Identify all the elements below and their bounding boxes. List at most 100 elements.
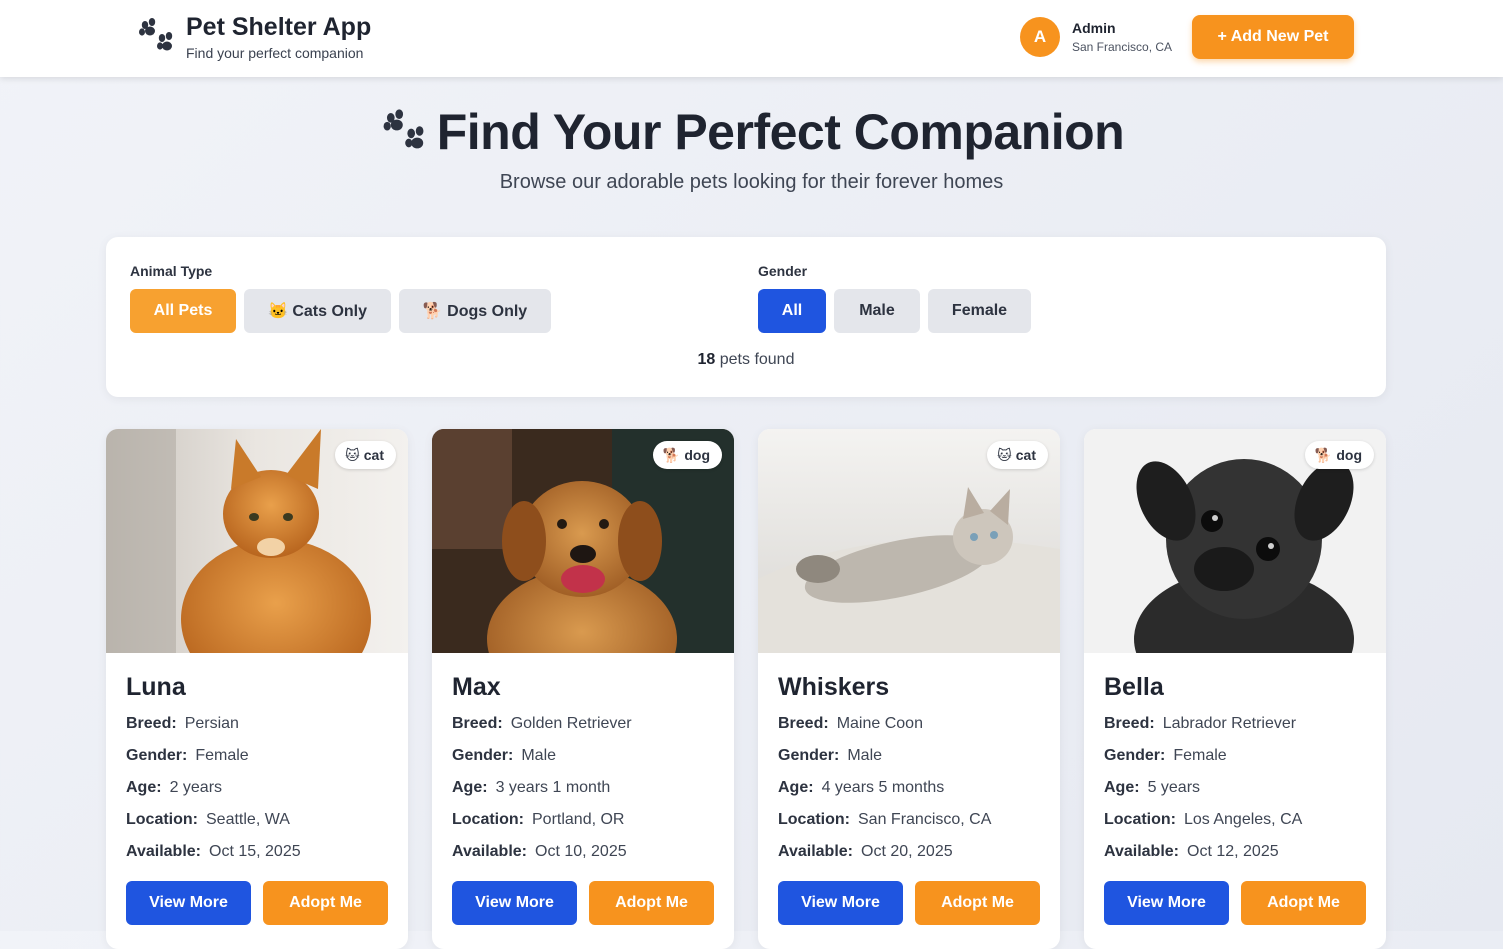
pet-type-badge: 🐕 dog bbox=[652, 441, 722, 469]
location-value: Los Angeles, CA bbox=[1184, 811, 1303, 828]
breed-value: Persian bbox=[184, 715, 239, 732]
location-label: Location: bbox=[778, 811, 850, 828]
pet-available: Available: Oct 10, 2025 bbox=[452, 843, 627, 861]
page-title-text: Find Your Perfect Companion bbox=[436, 104, 1125, 160]
available-value: Oct 10, 2025 bbox=[535, 843, 627, 860]
pet-location: Location: Los Angeles, CA bbox=[1104, 811, 1302, 829]
page-subtitle: Browse our adorable pets looking for the… bbox=[499, 171, 1004, 193]
cat-icon: 🐱 bbox=[345, 446, 360, 463]
dog-icon: 🐕 bbox=[1314, 446, 1333, 463]
results-count-number: 18 bbox=[697, 351, 716, 368]
adopt-me-button[interactable]: Adopt Me bbox=[589, 881, 714, 925]
age-value: 3 years 1 month bbox=[495, 779, 611, 796]
pet-photo[interactable]: 🐕 dog bbox=[1084, 429, 1386, 653]
pet-location: Location: San Francisco, CA bbox=[778, 811, 991, 829]
adopt-me-button[interactable]: Adopt Me bbox=[915, 881, 1040, 925]
filter-cats-only[interactable]: 🐱 Cats Only bbox=[244, 289, 391, 333]
top-header: Pet Shelter App Find your perfect compan… bbox=[0, 0, 1503, 77]
pet-photo[interactable]: 🐱 cat bbox=[106, 429, 408, 653]
view-more-button[interactable]: View More bbox=[1104, 881, 1229, 925]
pet-age: Age: 4 years 5 months bbox=[778, 779, 944, 797]
view-more-button[interactable]: View More bbox=[452, 881, 577, 925]
available-value: Oct 20, 2025 bbox=[861, 843, 953, 860]
available-label: Available: bbox=[452, 843, 527, 860]
available-value: Oct 15, 2025 bbox=[209, 843, 301, 860]
filter-gender-all[interactable]: All bbox=[758, 289, 826, 333]
adopt-me-button[interactable]: Adopt Me bbox=[263, 881, 388, 925]
age-label: Age: bbox=[452, 779, 488, 796]
gender-value: Male bbox=[847, 747, 883, 764]
pet-name: Luna bbox=[126, 673, 186, 701]
pet-available: Available: Oct 20, 2025 bbox=[778, 843, 953, 861]
pet-available: Available: Oct 15, 2025 bbox=[126, 843, 301, 861]
avatar[interactable]: A bbox=[1020, 17, 1060, 57]
pet-photo[interactable]: 🐱 cat bbox=[758, 429, 1060, 653]
breed-value: Golden Retriever bbox=[510, 715, 632, 732]
pet-age: Age: 2 years bbox=[126, 779, 222, 797]
pet-location: Location: Portland, OR bbox=[452, 811, 624, 829]
brand[interactable]: Pet Shelter App Find your perfect compan… bbox=[136, 14, 371, 61]
pet-type-text: dog bbox=[684, 447, 710, 463]
pet-name: Bella bbox=[1104, 673, 1164, 701]
paw-icon bbox=[383, 109, 424, 149]
pet-location: Location: Seattle, WA bbox=[126, 811, 290, 829]
pet-type-text: cat bbox=[363, 447, 384, 463]
available-label: Available: bbox=[126, 843, 201, 860]
pet-type-badge: 🐱 cat bbox=[987, 441, 1048, 469]
filter-dogs-only[interactable]: 🐕 Dogs Only bbox=[399, 289, 551, 333]
pet-gender: Gender: Male bbox=[778, 747, 882, 765]
paw-icon bbox=[139, 18, 173, 51]
location-label: Location: bbox=[1104, 811, 1176, 828]
pet-breed: Breed: Labrador Retriever bbox=[1104, 715, 1296, 733]
view-more-button[interactable]: View More bbox=[126, 881, 251, 925]
pet-type-text: dog bbox=[1336, 447, 1362, 463]
gender-label: Gender bbox=[758, 263, 808, 279]
pet-card[interactable]: 🐱 cat Whiskers Breed: Maine Coon Gender: M… bbox=[758, 429, 1060, 949]
breed-value: Maine Coon bbox=[836, 715, 923, 732]
gender-field-label: Gender: bbox=[126, 747, 188, 764]
pet-gender: Gender: Male bbox=[452, 747, 556, 765]
age-value: 4 years 5 months bbox=[821, 779, 945, 796]
pet-type-badge: 🐕 dog bbox=[1304, 441, 1374, 469]
view-more-button[interactable]: View More bbox=[778, 881, 903, 925]
pet-gender: Gender: Female bbox=[126, 747, 249, 765]
pet-available: Available: Oct 12, 2025 bbox=[1104, 843, 1279, 861]
pet-age: Age: 5 years bbox=[1104, 779, 1200, 797]
age-value: 5 years bbox=[1147, 779, 1201, 796]
pet-card[interactable]: 🐕 dog Bella Breed: Labrador Retriever Gen… bbox=[1084, 429, 1386, 949]
age-label: Age: bbox=[778, 779, 814, 796]
available-label: Available: bbox=[778, 843, 853, 860]
adopt-me-button[interactable]: Adopt Me bbox=[1241, 881, 1366, 925]
add-new-pet-button[interactable]: + Add New Pet bbox=[1192, 15, 1354, 59]
app-subtitle: Find your perfect companion bbox=[186, 45, 364, 61]
pet-type-badge: 🐱 cat bbox=[335, 441, 396, 469]
pet-card[interactable]: 🐱 cat Luna Breed: Persian Gender: Female A… bbox=[106, 429, 408, 949]
user-location: San Francisco, CA bbox=[1072, 40, 1173, 54]
results-count: 18 pets found bbox=[106, 351, 1386, 369]
pet-photo[interactable]: 🐕 dog bbox=[432, 429, 734, 653]
breed-label: Breed: bbox=[126, 715, 177, 732]
pet-breed: Breed: Maine Coon bbox=[778, 715, 923, 733]
results-count-suffix: pets found bbox=[719, 351, 795, 368]
location-value: San Francisco, CA bbox=[858, 811, 992, 828]
pet-breed: Breed: Persian bbox=[126, 715, 239, 733]
page-title: Find Your Perfect Companion bbox=[0, 103, 1503, 161]
gender-value: Male bbox=[521, 747, 557, 764]
filter-gender-male[interactable]: Male bbox=[834, 289, 920, 333]
gender-field-label: Gender: bbox=[778, 747, 840, 764]
available-label: Available: bbox=[1104, 843, 1179, 860]
pet-name: Max bbox=[452, 673, 501, 701]
breed-label: Breed: bbox=[778, 715, 829, 732]
location-label: Location: bbox=[126, 811, 198, 828]
filter-gender-female[interactable]: Female bbox=[928, 289, 1031, 333]
filter-all-pets[interactable]: All Pets bbox=[130, 289, 236, 333]
age-label: Age: bbox=[126, 779, 162, 796]
user-profile[interactable]: A Admin San Francisco, CA bbox=[1020, 17, 1172, 57]
gender-field-label: Gender: bbox=[452, 747, 514, 764]
location-value: Portland, OR bbox=[532, 811, 625, 828]
gender-value: Female bbox=[195, 747, 249, 764]
gender-value: Female bbox=[1173, 747, 1227, 764]
pet-card[interactable]: 🐕 dog Max Breed: Golden Retriever Gender:… bbox=[432, 429, 734, 949]
breed-label: Breed: bbox=[1104, 715, 1155, 732]
age-value: 2 years bbox=[169, 779, 223, 796]
